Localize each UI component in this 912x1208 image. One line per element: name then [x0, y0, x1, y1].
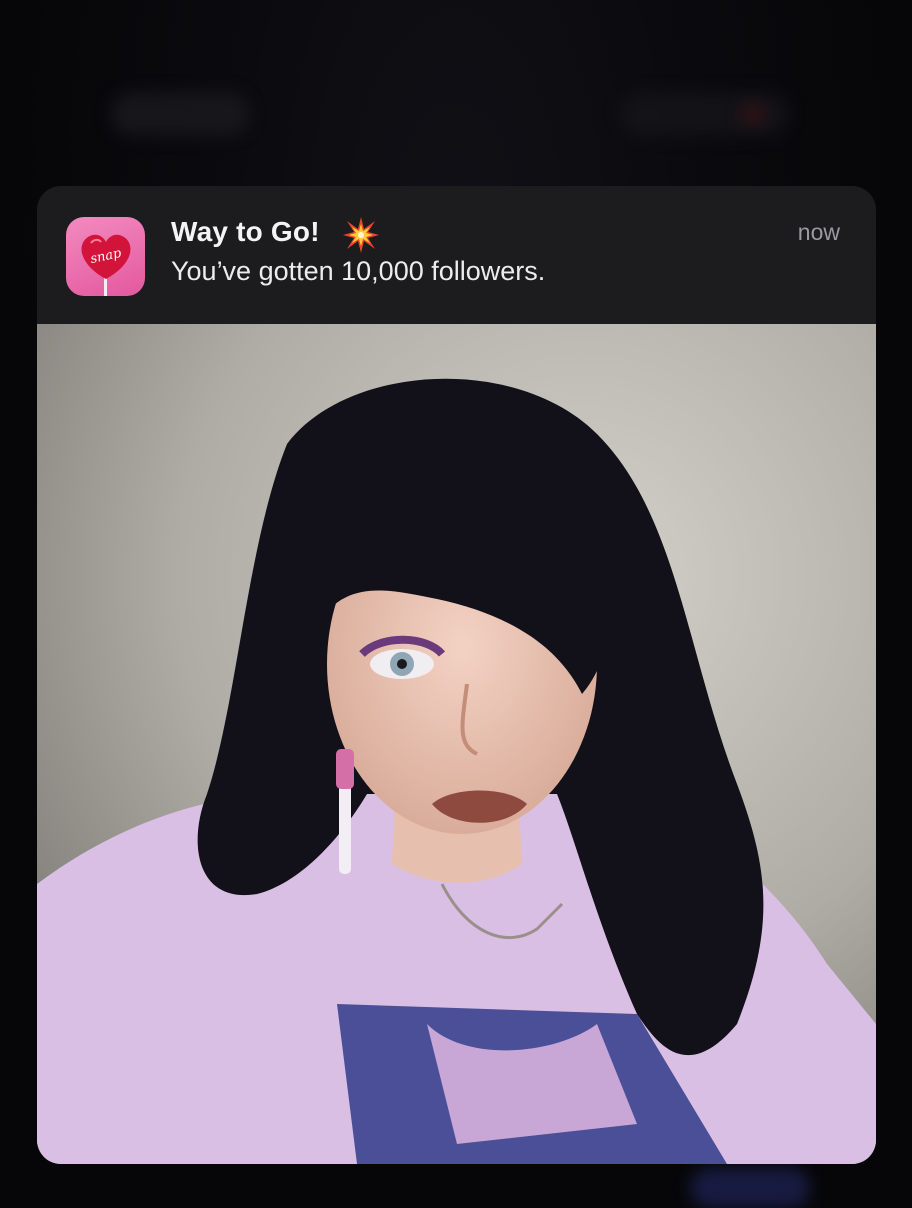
selfie-photo	[37, 324, 876, 1164]
notification-message: You’ve gotten 10,000 followers.	[171, 256, 546, 286]
notification-header: snap Way to Go! You’ve gotten 10,000 fol…	[37, 186, 876, 324]
notification-time: now	[797, 219, 840, 245]
blurred-status-item	[690, 1168, 810, 1208]
blurred-status-item	[110, 92, 250, 136]
blurred-status-item	[740, 104, 766, 124]
notification-title: Way to Go!	[171, 216, 320, 247]
snap-lollipop-heart-icon: snap	[66, 217, 145, 296]
collision-emoji-icon	[343, 217, 379, 253]
notification-card[interactable]: snap Way to Go! You’ve gotten 10,000 fol…	[37, 186, 876, 1164]
